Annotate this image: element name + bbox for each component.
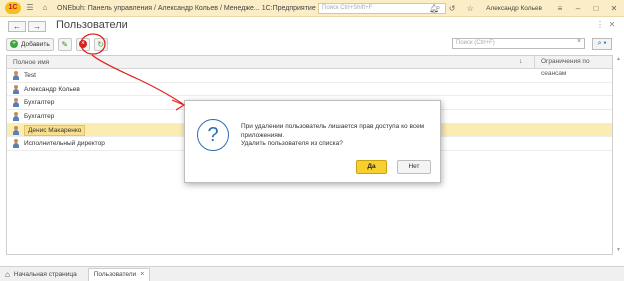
- page-title: Пользователи: [56, 19, 128, 31]
- edit-button[interactable]: ✎: [57, 37, 72, 51]
- current-user[interactable]: Александр Кольев: [486, 5, 542, 12]
- open-windows-bar: ⌂ Начальная страница Пользователи ×: [0, 266, 624, 281]
- dialog-message-line: Удалить пользователя из списка?: [241, 140, 343, 147]
- settings-menu-icon[interactable]: ≡: [554, 3, 566, 15]
- scroll-down-arrow[interactable]: ▼: [616, 247, 621, 253]
- history-icon[interactable]: ↺: [446, 3, 458, 15]
- form-window-controls: ⋮ ✕: [594, 20, 618, 29]
- clear-search-icon[interactable]: ×: [577, 38, 581, 45]
- user-name: Александр Кольев: [24, 85, 80, 93]
- table-row[interactable]: Test: [7, 69, 612, 83]
- user-name: Бухгалтер: [24, 99, 55, 107]
- user-name: Бухгалтер: [24, 112, 55, 120]
- add-button[interactable]: + Добавить: [6, 37, 54, 51]
- user-name: Исполнительный директор: [24, 140, 105, 148]
- search-button[interactable]: ⌕ ▾: [592, 38, 612, 50]
- window-title: ONEbuh: Панель управления / Александр Ко…: [57, 4, 316, 12]
- column-header-session-limits[interactable]: Ограничения по сеансам: [534, 56, 612, 77]
- tab-users[interactable]: Пользователи ×: [87, 267, 151, 281]
- table-row[interactable]: Александр Кольев: [7, 83, 612, 97]
- dialog-message-line: приложениям.: [241, 131, 285, 139]
- back-button[interactable]: ←: [8, 21, 26, 32]
- user-icon: [12, 98, 20, 108]
- app-logo: 1С: [5, 2, 21, 14]
- user-icon: [12, 111, 20, 121]
- yes-button[interactable]: Да: [356, 160, 387, 174]
- home-icon[interactable]: ⌂: [39, 2, 51, 14]
- dialog-message-line: При удалении пользователь лишается прав …: [241, 123, 425, 130]
- refresh-button[interactable]: ↻: [93, 37, 108, 51]
- tab-home[interactable]: ⌂ Начальная страница: [0, 268, 82, 281]
- menu-icon[interactable]: ☰: [24, 2, 36, 14]
- delete-icon: ×: [78, 40, 87, 48]
- toolbar: + Добавить ✎ × ↻: [6, 37, 112, 51]
- dialog-message: При удалении пользователь лишается прав …: [241, 123, 431, 149]
- notifications-icon[interactable]: 🔔︎: [428, 3, 440, 15]
- form-close-icon[interactable]: ✕: [606, 20, 618, 29]
- scroll-up-arrow[interactable]: ▲: [616, 56, 621, 62]
- user-icon: [12, 84, 20, 94]
- minimize-icon[interactable]: –: [572, 3, 584, 15]
- plus-icon: +: [10, 40, 18, 48]
- search-input[interactable]: Поиск (Ctrl+F): [452, 38, 585, 49]
- close-icon[interactable]: ✕: [608, 3, 620, 15]
- user-name: Денис Макаренко: [24, 124, 86, 136]
- sort-down-icon: ↓: [519, 58, 523, 65]
- user-icon: [12, 139, 20, 149]
- favorites-icon[interactable]: ☆: [464, 3, 476, 15]
- home-icon: ⌂: [5, 269, 10, 279]
- refresh-icon: ↻: [97, 39, 105, 49]
- no-button[interactable]: Нет: [397, 160, 431, 174]
- user-icon: [12, 70, 20, 80]
- table-header: Полное имя ↓ Ограничения по сеансам: [7, 56, 612, 77]
- pencil-icon: ✎: [61, 39, 69, 49]
- add-button-label: Добавить: [21, 40, 50, 48]
- titlebar-right: 🔔︎ ↺ ☆ Александр Кольев ≡ – □ ✕: [422, 2, 620, 15]
- close-tab-icon[interactable]: ×: [140, 271, 144, 278]
- user-name: Test: [24, 71, 36, 79]
- tab-label: Пользователи: [93, 271, 137, 278]
- delete-button[interactable]: ×: [75, 37, 90, 51]
- user-icon: [12, 125, 20, 135]
- forward-button[interactable]: →: [28, 21, 46, 32]
- column-header-full-name[interactable]: Полное имя: [7, 59, 49, 66]
- confirm-delete-dialog: ? При удалении пользователь лишается пра…: [184, 100, 441, 183]
- maximize-icon[interactable]: □: [590, 3, 602, 15]
- question-icon: ?: [197, 119, 229, 151]
- tab-label: Начальная страница: [13, 270, 77, 278]
- more-icon[interactable]: ⋮: [594, 20, 606, 29]
